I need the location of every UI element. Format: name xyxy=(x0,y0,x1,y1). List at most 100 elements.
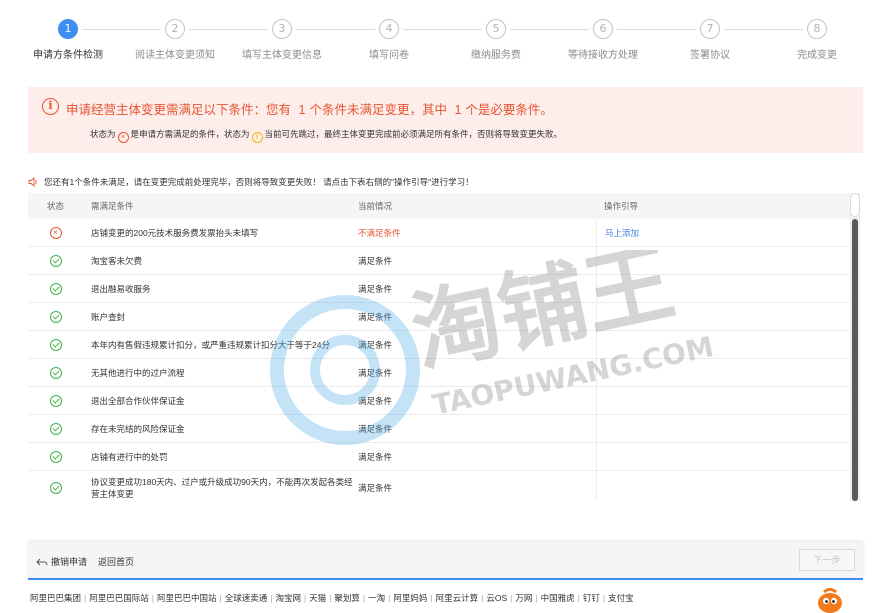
step-number: 8 xyxy=(807,19,827,39)
check-icon xyxy=(49,310,62,323)
condition-cell: 账户查封 xyxy=(91,311,126,322)
link-separator: | xyxy=(430,593,433,603)
footer-accent-line xyxy=(28,578,863,580)
undo-application-link[interactable]: 撤销申请 xyxy=(36,555,87,568)
table-row: 协议变更成功180天内、过户或升级成功90天内，不能再次发起各类经营主体变更 满足… xyxy=(28,471,858,501)
action-cell xyxy=(596,415,858,442)
check-icon xyxy=(49,450,62,463)
footer-link[interactable]: 万网 xyxy=(515,593,532,603)
status-cell: × xyxy=(28,219,83,246)
current-status-cell: 满足条件 xyxy=(358,311,393,322)
status-cell xyxy=(28,387,83,414)
condition-cell: 无其他进行中的过户流程 xyxy=(91,367,185,378)
link-separator: | xyxy=(84,593,87,603)
link-separator: | xyxy=(510,593,513,603)
footer-link[interactable]: 中国雅虎 xyxy=(541,593,575,603)
step-label: 签署协议 xyxy=(690,50,730,61)
footer-link[interactable]: 聚划算 xyxy=(334,593,360,603)
footer-link[interactable]: 一淘 xyxy=(368,593,385,603)
scrollbar-thumb[interactable] xyxy=(852,219,858,501)
status-cell xyxy=(28,415,83,442)
action-cell xyxy=(596,331,858,358)
banner-title-mid: 个条件未满足变更，其中 xyxy=(309,103,447,117)
step-number: 3 xyxy=(272,19,292,39)
footer-link[interactable]: 阿里妈妈 xyxy=(393,593,427,603)
step-number: 6 xyxy=(593,19,613,39)
step-3: 3 填写主体变更信息 xyxy=(227,14,337,61)
condition-cell: 淘宝客未欠费 xyxy=(91,255,143,266)
notice-text: 您还有1个条件未满足，请在变更完成前处理完毕，否则将导致变更失败！ 请点击下表右… xyxy=(44,177,474,187)
action-cell xyxy=(596,275,858,302)
table-row: 存在未完结的风险保证金 满足条件 xyxy=(28,415,858,443)
required-count: 1 xyxy=(454,103,462,117)
footer-link[interactable]: 阿里巴巴国际站 xyxy=(89,593,149,603)
footer-links: 阿里巴巴集团 | 阿里巴巴国际站 | 阿里巴巴中国站 | 全球速卖通 | 淘宝网 | 天猫 | 聚划算 |… xyxy=(30,592,634,604)
table-scrollbar[interactable] xyxy=(850,193,860,501)
link-separator: | xyxy=(151,593,154,603)
footer-link[interactable]: 钉钉 xyxy=(583,593,600,603)
footer-link[interactable]: 支付宝 xyxy=(608,593,634,603)
current-status-cell: 满足条件 xyxy=(358,255,393,266)
undo-icon xyxy=(36,558,48,566)
link-separator: | xyxy=(329,593,332,603)
progress-stepper: 1 申请方条件检测 2 阅读主体变更须知 3 填写主体变更信息 4 填写问卷 5 缴纳服务费 6 等待… xyxy=(0,14,888,64)
current-status-cell: 满足条件 xyxy=(358,482,393,493)
step-label: 缴纳服务费 xyxy=(471,50,521,61)
next-step-button[interactable]: 下一步 xyxy=(799,549,855,571)
current-status-cell: 满足条件 xyxy=(358,395,393,406)
header-status: 状态 xyxy=(46,201,64,211)
check-icon xyxy=(49,366,62,379)
footer-link[interactable]: 淘宝网 xyxy=(275,593,301,603)
fail-icon: × xyxy=(49,226,62,239)
scrollbar-cap xyxy=(850,193,860,217)
table-row: 账户查封 满足条件 xyxy=(28,303,858,331)
back-home-link[interactable]: 返回首页 xyxy=(98,555,134,568)
check-icon xyxy=(49,394,62,407)
link-separator: | xyxy=(481,593,484,603)
check-icon xyxy=(49,282,62,295)
link-separator: | xyxy=(303,593,307,603)
step-label: 等待接收方处理 xyxy=(568,50,638,61)
table-row: × 店铺变更的200元技术服务费发票抬头未填写 不满足条件 马上添加 xyxy=(28,219,858,247)
banner-title-suffix: 个是必要条件。 xyxy=(465,103,553,117)
banner-title: i 申请经营主体变更需满足以下条件：您有 1 个条件未满足变更，其中 1 个是必要条… xyxy=(42,98,553,118)
check-icon xyxy=(49,254,62,267)
check-icon xyxy=(49,422,62,435)
step-1: 1 申请方条件检测 xyxy=(13,14,123,61)
current-status-cell: 满足条件 xyxy=(358,451,393,462)
footer-link[interactable]: 阿里巴巴中国站 xyxy=(157,593,217,603)
action-cell xyxy=(596,303,858,330)
footer-link[interactable]: 阿里云计算 xyxy=(436,593,479,603)
step-label: 填写问卷 xyxy=(369,50,409,61)
condition-cell: 店铺有进行中的处罚 xyxy=(91,451,168,462)
header-current: 当前情况 xyxy=(358,201,393,211)
condition-cell: 存在未完结的风险保证金 xyxy=(91,423,185,434)
current-status-cell: 满足条件 xyxy=(358,339,393,350)
condition-cell: 退出融易收服务 xyxy=(91,283,151,294)
banner-description: 状态为 × 是申请方需满足的条件，状态为! 当前可先跳过，最终主体变更完成前必须满足所… xyxy=(90,128,562,143)
current-status-cell: 不满足条件 xyxy=(358,227,401,238)
step-number: 5 xyxy=(486,19,506,39)
step-label: 申请方条件检测 xyxy=(33,50,103,61)
table-row: 退出融易收服务 满足条件 xyxy=(28,275,858,303)
status-cell xyxy=(28,331,83,358)
link-separator: | xyxy=(602,593,606,603)
footer-link[interactable]: 全球速卖通 xyxy=(225,593,268,603)
desc-part-c: 当前可先跳过，最终主体变更完成前必须满足所有条件，否则将导致变更失败。 xyxy=(264,129,563,139)
table-row: 无其他进行中的过户流程 满足条件 xyxy=(28,359,858,387)
undo-label: 撤销申请 xyxy=(51,557,88,567)
action-cell xyxy=(596,443,858,470)
current-status-cell: 满足条件 xyxy=(358,367,393,378)
status-cell xyxy=(28,247,83,274)
add-now-link[interactable]: 马上添加 xyxy=(605,227,639,239)
current-status-cell: 满足条件 xyxy=(358,423,393,434)
step-6: 6 等待接收方处理 xyxy=(548,14,658,61)
mascot-icon xyxy=(818,588,842,613)
table-row: 本年内有售假违规累计扣分，或严重违规累计扣分大于等于24分 满足条件 xyxy=(28,331,858,359)
table-header: 状态 需满足条件 当前情况 操作引导 xyxy=(28,193,858,219)
link-separator: | xyxy=(535,593,538,603)
footer-link[interactable]: 云OS xyxy=(486,593,507,603)
footer-link[interactable]: 阿里巴巴集团 xyxy=(30,593,81,603)
condition-cell: 店铺变更的200元技术服务费发票抬头未填写 xyxy=(91,227,259,238)
footer-link[interactable]: 天猫 xyxy=(309,593,326,603)
